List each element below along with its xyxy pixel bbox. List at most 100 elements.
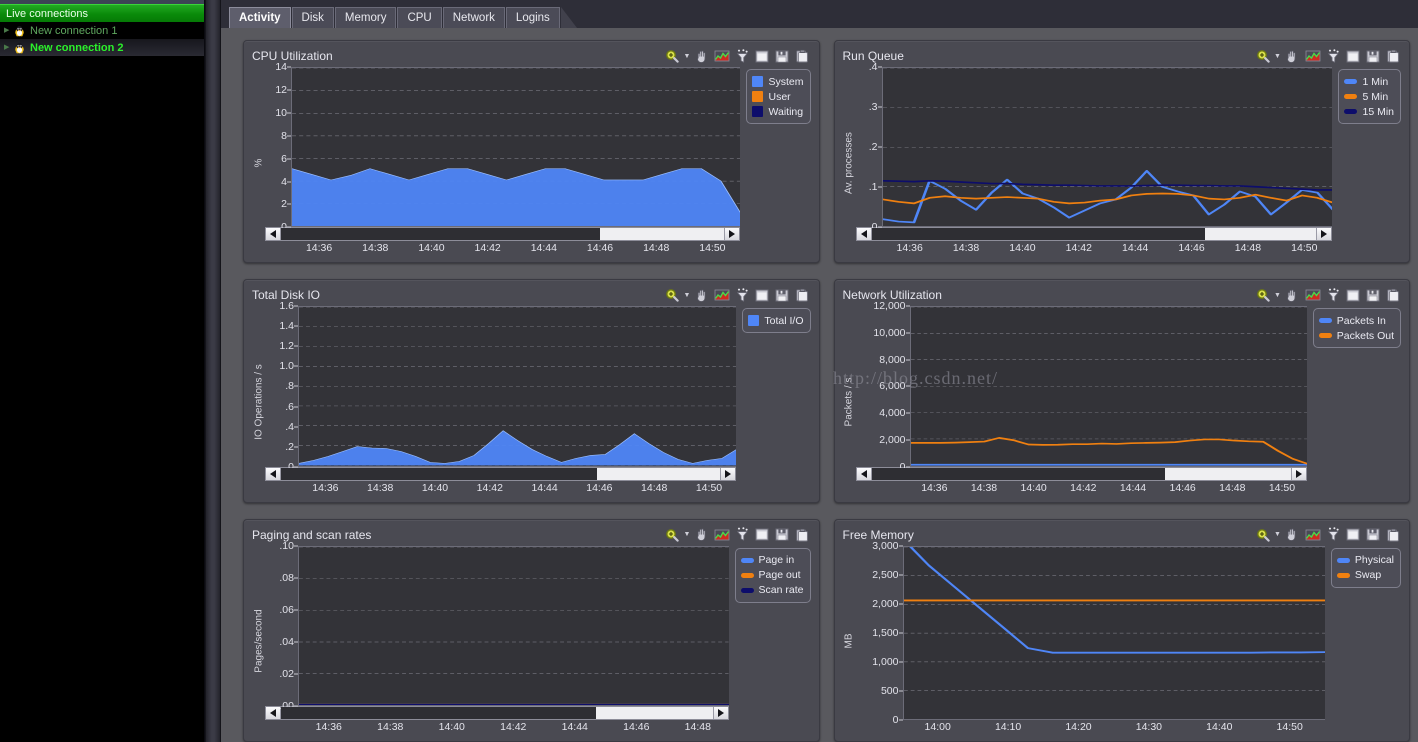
- filter-icon[interactable]: [1324, 287, 1341, 303]
- tab-memory[interactable]: Memory: [334, 7, 397, 28]
- copy-clipboard-icon[interactable]: [1384, 527, 1401, 543]
- sidebar-splitter[interactable]: [205, 0, 221, 742]
- scroll-track[interactable]: [281, 228, 725, 241]
- scroll-thumb[interactable]: [281, 467, 598, 480]
- chart-horizontal-scrollbar[interactable]: [265, 466, 737, 481]
- legend-item[interactable]: Scan rate: [740, 583, 804, 598]
- zoom-dropdown-caret-icon[interactable]: ▼: [1274, 48, 1281, 64]
- filter-icon[interactable]: [734, 527, 751, 543]
- zoom-dropdown-caret-icon[interactable]: ▼: [684, 48, 691, 64]
- zoom-dropdown-caret-icon[interactable]: ▼: [684, 287, 691, 303]
- legend-item[interactable]: Packets In: [1318, 313, 1394, 328]
- scroll-right-button[interactable]: [1290, 467, 1306, 480]
- tab-disk[interactable]: Disk: [291, 7, 334, 28]
- plot-area[interactable]: [298, 545, 729, 706]
- chart-type-icon[interactable]: [1304, 287, 1321, 303]
- legend-item[interactable]: System: [752, 74, 804, 89]
- save-disk-icon[interactable]: [774, 48, 791, 64]
- pan-hand-icon[interactable]: [1284, 527, 1301, 543]
- zoom-dropdown-caret-icon[interactable]: ▼: [1274, 527, 1281, 543]
- maximize-window-icon[interactable]: [754, 287, 771, 303]
- plot-area[interactable]: [881, 67, 1333, 228]
- expand-chevron-icon[interactable]: ▶: [4, 44, 13, 51]
- legend-item[interactable]: Page in: [740, 553, 804, 568]
- scroll-thumb[interactable]: [871, 228, 1206, 241]
- scroll-left-button[interactable]: [266, 228, 281, 241]
- plot-area[interactable]: [902, 545, 1325, 720]
- legend-item[interactable]: User: [752, 89, 803, 104]
- scroll-right-button[interactable]: [724, 228, 740, 241]
- copy-clipboard-icon[interactable]: [794, 287, 811, 303]
- zoom-icon[interactable]: [664, 287, 681, 303]
- scroll-thumb[interactable]: [871, 467, 1165, 480]
- chart-type-icon[interactable]: [714, 48, 731, 64]
- legend-item[interactable]: 5 Min: [1344, 89, 1394, 104]
- plot-area[interactable]: [909, 306, 1307, 467]
- legend-item[interactable]: Swap: [1336, 568, 1394, 583]
- legend-item[interactable]: 1 Min: [1344, 74, 1394, 89]
- legend-item[interactable]: Total I/O: [748, 313, 804, 328]
- scroll-track[interactable]: [871, 228, 1317, 241]
- tab-activity[interactable]: Activity: [229, 7, 291, 28]
- zoom-dropdown-caret-icon[interactable]: ▼: [684, 527, 691, 543]
- pan-hand-icon[interactable]: [694, 527, 711, 543]
- chart-horizontal-scrollbar[interactable]: [265, 227, 741, 242]
- scroll-track[interactable]: [281, 706, 713, 719]
- save-disk-icon[interactable]: [1364, 527, 1381, 543]
- pan-hand-icon[interactable]: [1284, 287, 1301, 303]
- expand-chevron-icon[interactable]: ▶: [4, 27, 13, 34]
- legend-item[interactable]: Packets Out: [1318, 328, 1394, 343]
- zoom-icon[interactable]: [664, 527, 681, 543]
- tab-cpu[interactable]: CPU: [397, 7, 442, 28]
- copy-clipboard-icon[interactable]: [1384, 48, 1401, 64]
- filter-icon[interactable]: [734, 287, 751, 303]
- legend-item[interactable]: 15 Min: [1344, 104, 1394, 119]
- zoom-icon[interactable]: [1254, 48, 1271, 64]
- zoom-icon[interactable]: [1254, 287, 1271, 303]
- legend-item[interactable]: Page out: [740, 568, 804, 583]
- plot-area[interactable]: [298, 306, 737, 467]
- copy-clipboard-icon[interactable]: [794, 527, 811, 543]
- plot-area[interactable]: [291, 67, 741, 228]
- scroll-left-button[interactable]: [266, 467, 281, 480]
- zoom-dropdown-caret-icon[interactable]: ▼: [1274, 287, 1281, 303]
- chart-type-icon[interactable]: [714, 527, 731, 543]
- tab-logins[interactable]: Logins: [505, 7, 560, 28]
- tab-network[interactable]: Network: [442, 7, 505, 28]
- maximize-window-icon[interactable]: [754, 48, 771, 64]
- chart-type-icon[interactable]: [714, 287, 731, 303]
- pan-hand-icon[interactable]: [1284, 48, 1301, 64]
- maximize-window-icon[interactable]: [1344, 527, 1361, 543]
- maximize-window-icon[interactable]: [1344, 287, 1361, 303]
- save-disk-icon[interactable]: [1364, 287, 1381, 303]
- zoom-icon[interactable]: [664, 48, 681, 64]
- chart-type-icon[interactable]: [1304, 48, 1321, 64]
- sidebar-item-connection-2[interactable]: ▶ New connection 2: [0, 39, 204, 56]
- save-disk-icon[interactable]: [774, 287, 791, 303]
- copy-clipboard-icon[interactable]: [794, 48, 811, 64]
- copy-clipboard-icon[interactable]: [1384, 287, 1401, 303]
- chart-horizontal-scrollbar[interactable]: [855, 466, 1307, 481]
- scroll-thumb[interactable]: [281, 706, 597, 719]
- save-disk-icon[interactable]: [774, 527, 791, 543]
- scroll-thumb[interactable]: [281, 228, 601, 241]
- scroll-track[interactable]: [281, 467, 721, 480]
- legend-item[interactable]: Physical: [1336, 553, 1394, 568]
- pan-hand-icon[interactable]: [694, 287, 711, 303]
- filter-icon[interactable]: [734, 48, 751, 64]
- scroll-track[interactable]: [871, 467, 1291, 480]
- chart-horizontal-scrollbar[interactable]: [855, 227, 1333, 242]
- maximize-window-icon[interactable]: [754, 527, 771, 543]
- pan-hand-icon[interactable]: [694, 48, 711, 64]
- sidebar-item-connection-1[interactable]: ▶ New connection 1: [0, 22, 204, 39]
- scroll-left-button[interactable]: [856, 467, 872, 480]
- scroll-right-button[interactable]: [1316, 228, 1332, 241]
- zoom-icon[interactable]: [1254, 527, 1271, 543]
- scroll-right-button[interactable]: [720, 467, 736, 480]
- maximize-window-icon[interactable]: [1344, 48, 1361, 64]
- filter-icon[interactable]: [1324, 527, 1341, 543]
- chart-type-icon[interactable]: [1304, 527, 1321, 543]
- chart-horizontal-scrollbar[interactable]: [265, 705, 729, 720]
- filter-icon[interactable]: [1324, 48, 1341, 64]
- save-disk-icon[interactable]: [1364, 48, 1381, 64]
